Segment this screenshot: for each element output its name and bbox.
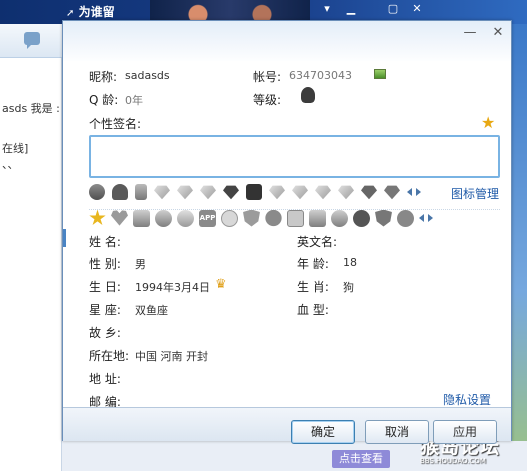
minimize-icon[interactable]: — [461, 25, 479, 41]
desktop-background [512, 24, 527, 471]
minimize-icon[interactable]: ▁ [344, 2, 358, 16]
super-diamond-icon[interactable] [361, 185, 377, 200]
zodiac-value: 狗 [343, 281, 354, 294]
face-icon[interactable] [221, 209, 238, 227]
signature-input[interactable] [89, 135, 500, 178]
buddy-message-preview: asds 我是 : [2, 102, 60, 115]
buddy-list-panel: 🔍︎ asds 我是 : 在线] 、、 [0, 0, 62, 471]
close-icon[interactable]: ✕ [410, 2, 424, 16]
shield-icon[interactable] [243, 209, 260, 227]
icon-manage-link[interactable]: 图标管理 [451, 185, 499, 202]
birthday-label: 生 日: [89, 280, 121, 294]
nickname-label: 昵称: [89, 70, 118, 84]
security-icon[interactable] [375, 209, 392, 227]
music-icon[interactable] [331, 209, 348, 227]
search-icon[interactable] [177, 209, 194, 227]
diamond-icon[interactable] [338, 185, 354, 200]
service-icons-row: APP [89, 208, 437, 228]
gender-label: 性 别: [89, 257, 121, 271]
dialog-footer: 确定 取消 应用 [63, 407, 511, 444]
constellation-value: 双鱼座 [135, 304, 168, 317]
signature-label: 个性签名: [89, 117, 142, 131]
left-toolbar [0, 24, 62, 58]
cancel-button[interactable]: 取消 [365, 420, 429, 444]
dialog-header: — ✕ [63, 21, 511, 61]
hometown-label: 故 乡: [89, 326, 121, 340]
star-icon[interactable] [89, 209, 106, 225]
heart-diamond-icon[interactable] [223, 185, 239, 200]
arrow-left-icon[interactable] [419, 214, 424, 222]
address-label: 地 址: [89, 372, 121, 386]
clover-icon[interactable] [265, 209, 282, 227]
blood-label: 血 型: [297, 303, 329, 317]
buddy-status-text: 在线] [2, 142, 29, 155]
privacy-settings-link[interactable]: 隐私设置 [443, 391, 491, 408]
scroll-indicator [63, 229, 66, 247]
game-icon[interactable] [353, 209, 370, 227]
video-icon[interactable] [309, 209, 326, 227]
nba-icon[interactable] [246, 184, 262, 200]
penguin-level-icon [301, 87, 315, 103]
level-label: 等级: [253, 93, 282, 107]
gender-value: 男 [135, 258, 146, 271]
buddy-extra-text: 、、 [2, 158, 19, 171]
settings-icon[interactable] [397, 209, 414, 227]
crown-icon: ♛ [215, 277, 227, 292]
diamond-icon[interactable] [177, 185, 193, 200]
diamond-icon[interactable] [154, 185, 170, 200]
age-value: 18 [343, 256, 357, 269]
qage-label: Q 龄: [89, 93, 119, 107]
name-label: 姓 名: [89, 235, 121, 249]
maximize-icon[interactable]: ▢ [386, 2, 400, 16]
gear-icon[interactable] [89, 184, 105, 200]
constellation-label: 星 座: [89, 303, 121, 317]
qage-value: 0年 [125, 94, 143, 107]
arrow-left-icon[interactable] [407, 188, 412, 196]
background-title-text: 为谁留 [78, 5, 115, 19]
heart-icon[interactable] [111, 210, 128, 226]
status-icons-row [89, 182, 425, 202]
background-window-title: ➚ 为谁留 [66, 3, 115, 20]
close-icon[interactable]: ✕ [489, 25, 507, 41]
watermark-url: BBS.HOUDAO.COM [420, 457, 486, 465]
account-value: 634703043 [289, 69, 352, 82]
english-name-label: 英文名: [297, 235, 338, 249]
chat-bubble-icon[interactable] [24, 32, 40, 49]
profile-dialog: — ✕ 昵称: sadasds 帐号: 634703043 Q 龄: 0年 等级… [62, 20, 512, 444]
location-label: 所在地: [89, 349, 130, 363]
diamond-icon[interactable] [384, 185, 400, 200]
arrow-right-icon[interactable] [428, 214, 433, 222]
penguin-icon[interactable] [112, 184, 128, 200]
age-label: 年 龄: [297, 257, 329, 271]
image-icon[interactable] [374, 69, 386, 79]
star-edit-icon[interactable]: ★ [481, 113, 495, 132]
app-icon[interactable]: APP [199, 209, 216, 227]
chat-icon[interactable] [155, 209, 172, 227]
location-value: 中国 河南 开封 [135, 350, 208, 363]
ok-button[interactable]: 确定 [291, 420, 355, 444]
diamond-icon[interactable] [292, 185, 308, 200]
diamond-icon[interactable] [200, 185, 216, 200]
pet-icon[interactable] [133, 209, 150, 227]
arrow-right-icon: ➚ [66, 8, 75, 19]
account-label: 帐号: [253, 70, 282, 84]
view-button[interactable]: 点击查看 [332, 450, 390, 468]
phone-icon[interactable] [135, 184, 147, 200]
diamond-icon[interactable] [269, 185, 285, 200]
arrow-right-icon[interactable] [416, 188, 421, 196]
diamond-icon[interactable] [315, 185, 331, 200]
mail-icon[interactable] [287, 209, 304, 227]
dropdown-icon[interactable]: ▾ [320, 2, 334, 16]
birthday-value: 1994年3月4日 [135, 281, 210, 294]
apply-button[interactable]: 应用 [433, 420, 497, 444]
nickname-value: sadasds [125, 69, 170, 82]
zodiac-label: 生 肖: [297, 280, 329, 294]
